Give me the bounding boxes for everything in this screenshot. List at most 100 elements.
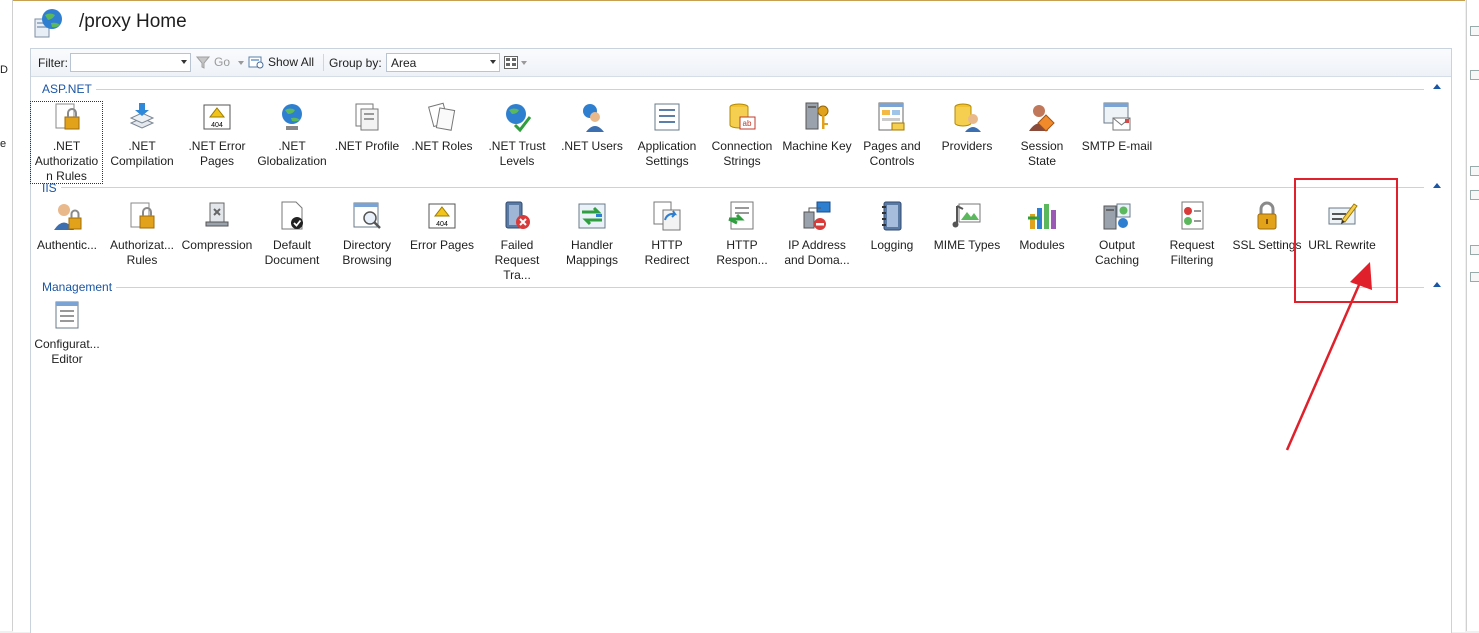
section-divider (42, 287, 1424, 288)
pages-controls-icon (878, 102, 905, 131)
directory-browsing-icon (353, 202, 381, 229)
session-state-icon (1029, 105, 1055, 132)
mime-types-icon (952, 203, 981, 228)
feature-error-pages[interactable]: 404 Error Pages (405, 200, 479, 253)
right-pane-control[interactable] (1470, 70, 1479, 80)
view-grid-icon[interactable] (504, 56, 518, 69)
feature-directory-browsing[interactable]: Directory Browsing (330, 200, 404, 268)
feature-logging[interactable]: Logging (855, 200, 929, 253)
right-pane-control[interactable] (1470, 26, 1479, 36)
feature-machine-key[interactable]: Machine Key (780, 101, 854, 154)
feature-providers[interactable]: Providers (930, 101, 1004, 154)
feature-connection-strings[interactable]: ab Connection Strings (705, 101, 779, 169)
feature-net-trust-levels[interactable]: .NET Trust Levels (480, 101, 554, 169)
feature-label: MIME Types (933, 238, 1001, 252)
feature-net-roles[interactable]: .NET Roles (405, 101, 479, 154)
feature-label: Modules (1019, 238, 1065, 252)
lock-document-icon (130, 202, 155, 229)
feature-ssl-settings[interactable]: SSL Settings (1230, 200, 1304, 253)
chevron-down-icon[interactable] (238, 61, 244, 65)
feature-compression[interactable]: Compression (180, 200, 254, 253)
feature-net-authorization-rules[interactable]: .NET Authorizatio n Rules (30, 101, 103, 184)
feature-label: Default Document (264, 238, 320, 267)
group-by-label: Group by: (329, 56, 382, 70)
key-icon (805, 102, 829, 130)
configuration-editor-icon (55, 301, 79, 329)
feature-authorization-rules[interactable]: Authorizat... Rules (105, 200, 179, 268)
right-pane-control[interactable] (1470, 245, 1479, 255)
feature-failed-request-tracing[interactable]: Failed Request Tra... (480, 200, 554, 283)
feature-net-users[interactable]: .NET Users (555, 101, 629, 154)
features-view: /proxy Home Filter: Go Show All Group by… (13, 0, 1465, 633)
output-caching-icon (1103, 203, 1131, 230)
feature-label: Connection Strings (711, 139, 773, 168)
group-by-value: Area (391, 56, 417, 70)
request-filtering-icon (1181, 201, 1204, 230)
filter-input[interactable] (70, 53, 191, 72)
chevron-down-icon[interactable] (521, 61, 527, 65)
collapse-icon[interactable] (1433, 84, 1441, 89)
feature-modules[interactable]: Modules (1005, 200, 1079, 253)
padlock-icon (1257, 201, 1277, 230)
right-pane-control[interactable] (1470, 190, 1479, 200)
feature-label: .NET Globalization (257, 139, 327, 168)
feature-label: Output Caching (1094, 238, 1140, 267)
feature-label: Handler Mappings (565, 238, 619, 267)
feature-label: Authorizat... Rules (109, 238, 175, 267)
feature-application-settings[interactable]: Application Settings (630, 101, 704, 169)
feature-label: Session State (1020, 139, 1064, 168)
right-pane-control[interactable] (1470, 166, 1479, 176)
feature-smtp-email[interactable]: SMTP E-mail (1080, 101, 1154, 154)
feature-net-error-pages[interactable]: 404 .NET Error Pages (180, 101, 254, 169)
feature-http-response-headers[interactable]: HTTP Respon... (705, 200, 779, 268)
chevron-down-icon[interactable] (490, 60, 496, 64)
feature-net-compilation[interactable]: .NET Compilation (105, 101, 179, 169)
feature-output-caching[interactable]: Output Caching (1080, 200, 1154, 268)
feature-label: Machine Key (782, 139, 852, 153)
feature-label: .NET Roles (411, 139, 473, 153)
site-globe-icon (34, 9, 62, 38)
section-divider (42, 187, 1424, 188)
feature-configuration-editor[interactable]: Configurat... Editor (30, 299, 104, 367)
feature-mime-types[interactable]: MIME Types (930, 200, 1004, 253)
smtp-email-icon (1103, 102, 1131, 131)
feature-request-filtering[interactable]: Request Filtering (1155, 200, 1229, 268)
feature-authentication[interactable]: Authentic... (30, 200, 104, 253)
failed-request-icon (505, 201, 530, 229)
collapse-icon[interactable] (1433, 282, 1441, 287)
trust-globe-icon (506, 104, 532, 133)
right-pane-control[interactable] (1470, 272, 1479, 282)
feature-label: Request Filtering (1169, 238, 1215, 267)
globe-icon (282, 104, 302, 130)
feature-label: Logging (870, 238, 914, 252)
compile-icon (129, 103, 155, 129)
svg-text:404: 404 (436, 221, 448, 228)
http-response-icon (728, 201, 754, 230)
feature-session-state[interactable]: Session State (1005, 101, 1079, 169)
feature-label: Directory Browsing (342, 238, 392, 267)
ip-restrictions-icon (803, 201, 831, 230)
feature-net-globalization[interactable]: .NET Globalization (255, 101, 329, 169)
feature-ip-address-domain[interactable]: IP Address and Doma... (780, 200, 854, 268)
feature-handler-mappings[interactable]: Handler Mappings (555, 200, 629, 268)
feature-label: SSL Settings (1232, 238, 1302, 252)
collapse-icon[interactable] (1433, 183, 1441, 188)
go-button[interactable]: Go (214, 55, 230, 69)
group-by-select[interactable]: Area (386, 53, 500, 72)
feature-pages-and-controls[interactable]: Pages and Controls (855, 101, 929, 169)
svg-text:404: 404 (211, 122, 223, 129)
logging-icon (882, 201, 902, 231)
database-icon: ab (729, 103, 756, 130)
feature-http-redirect[interactable]: HTTP Redirect (630, 200, 704, 268)
section-title: ASP.NET (42, 82, 96, 96)
settings-list-icon (654, 103, 680, 131)
feature-default-document[interactable]: Default Document (255, 200, 329, 268)
feature-label: Error Pages (409, 238, 475, 252)
feature-label: .NET Error Pages (188, 139, 246, 168)
left-pane-fragment: e (0, 138, 7, 150)
show-all-button[interactable]: Show All (268, 55, 314, 69)
error-page-icon: 404 (428, 203, 456, 229)
annotation-highlight-box (1294, 178, 1398, 303)
chevron-down-icon[interactable] (181, 60, 187, 64)
feature-net-profile[interactable]: .NET Profile (330, 101, 404, 154)
